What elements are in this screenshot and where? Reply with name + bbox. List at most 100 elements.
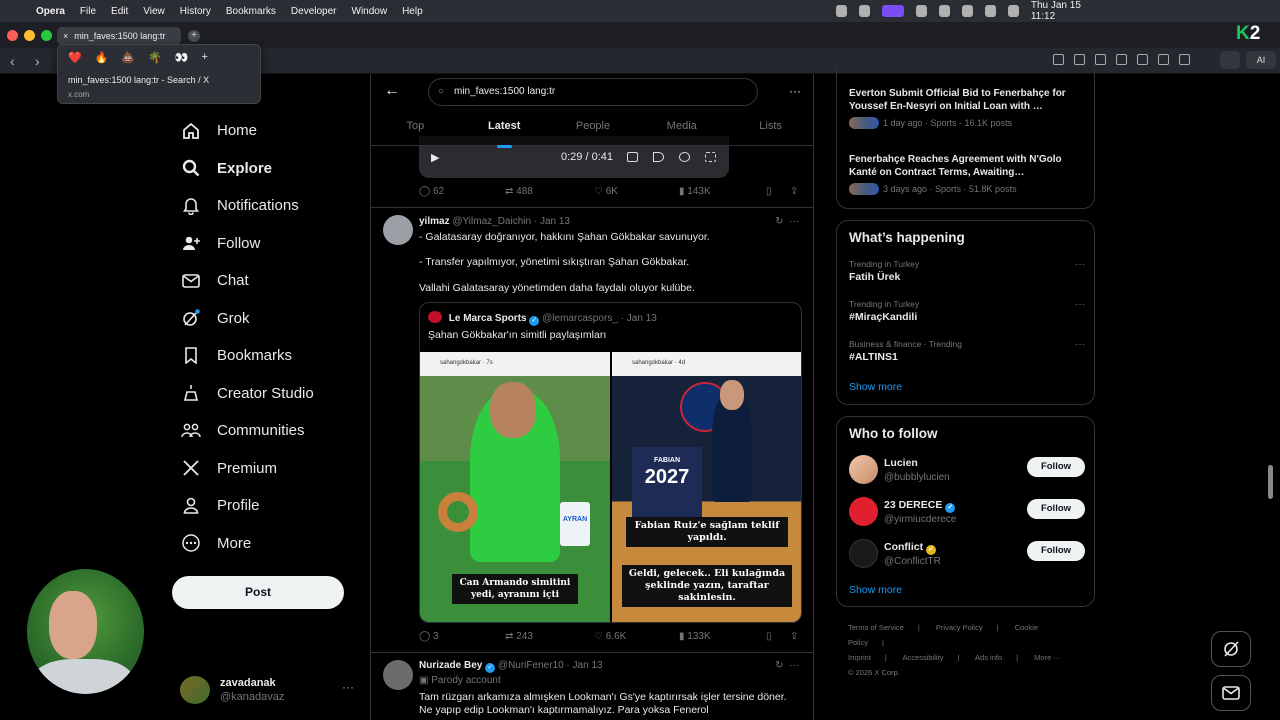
nav-creator-studio[interactable]: Creator Studio: [172, 375, 362, 413]
account-more-icon[interactable]: ···: [342, 680, 354, 694]
search-input[interactable]: ○ min_faves:1500 lang:tr: [428, 78, 758, 106]
tweet-author[interactable]: yilmaz: [419, 216, 450, 227]
close-window-button[interactable]: [7, 30, 18, 41]
grok-fab-button[interactable]: [1211, 631, 1251, 667]
follow-button[interactable]: Follow: [1027, 541, 1085, 561]
close-tab-icon[interactable]: ×: [63, 31, 68, 41]
menu-view[interactable]: View: [143, 6, 165, 17]
views-button[interactable]: ▮ 133K: [679, 631, 711, 642]
volume-icon[interactable]: [653, 152, 664, 162]
show-more-link[interactable]: Show more: [849, 584, 902, 596]
nav-premium[interactable]: Premium: [172, 450, 362, 488]
nav-bookmarks[interactable]: Bookmarks: [172, 337, 362, 375]
nav-grok[interactable]: Grok: [172, 300, 362, 338]
footer-link[interactable]: Ads info: [975, 653, 1002, 662]
control-center-icon[interactable]: [1007, 5, 1019, 17]
nav-follow[interactable]: Follow: [172, 225, 362, 263]
quote-image-left[interactable]: sahangokbakar · 7s AYRAN Can Armando sim…: [420, 352, 610, 622]
reaction-palm[interactable]: 🌴: [148, 51, 162, 64]
menu-bookmarks[interactable]: Bookmarks: [226, 6, 276, 17]
tweet-handle[interactable]: @Yilmaz_Daichin · Jan 13: [452, 216, 570, 227]
status-icon[interactable]: [915, 5, 927, 17]
footer-link[interactable]: Accessibility: [903, 653, 944, 662]
repost-button[interactable]: ⇄ 243: [505, 631, 533, 642]
tweet-more-icon[interactable]: ↻ ···: [775, 216, 799, 227]
news-item[interactable]: Everton Submit Official Bid to Fenerbahç…: [849, 87, 1089, 129]
news-item[interactable]: Fenerbahçe Reaches Agreement with N'Golo…: [849, 153, 1089, 195]
nav-explore[interactable]: Explore: [172, 150, 362, 188]
tab-media[interactable]: Media: [637, 118, 726, 146]
aria-ai-button[interactable]: AI: [1246, 51, 1276, 69]
footer-link[interactable]: Privacy Policy: [936, 623, 983, 632]
bookmark-icon[interactable]: ▯: [766, 631, 772, 642]
cube-icon[interactable]: [1220, 51, 1240, 69]
battery-icon[interactable]: [938, 5, 950, 17]
reaction-add[interactable]: +: [202, 51, 208, 64]
reaction-fire[interactable]: 🔥: [95, 51, 109, 64]
follow-button[interactable]: Follow: [1027, 457, 1085, 477]
shield-icon[interactable]: [1095, 54, 1106, 65]
reaction-poop[interactable]: 💩: [121, 51, 135, 64]
avatar[interactable]: [383, 215, 413, 245]
menu-help[interactable]: Help: [402, 6, 423, 17]
menu-window[interactable]: Window: [352, 6, 388, 17]
browser-tab[interactable]: × min_faves:1500 lang:tr: [57, 27, 181, 45]
reaction-eyes[interactable]: 👀: [175, 51, 189, 64]
menu-history[interactable]: History: [180, 6, 211, 17]
fullscreen-icon[interactable]: [705, 152, 716, 162]
new-tab-button[interactable]: +: [188, 30, 200, 42]
reply-button[interactable]: ◯ 3: [419, 631, 439, 642]
messages-fab-button[interactable]: [1211, 675, 1251, 711]
screen-record-icon[interactable]: [881, 5, 904, 17]
trend-item[interactable]: Trending in Turkey Fatih Ürek ···: [849, 259, 1085, 283]
minimize-window-button[interactable]: [24, 30, 35, 41]
list-icon[interactable]: [1158, 54, 1169, 65]
status-icon[interactable]: [858, 5, 870, 17]
quoted-tweet[interactable]: Le Marca Sports ✓ @lemarcaspors_ · Jan 1…: [419, 302, 802, 623]
footer-link[interactable]: Terms of Service: [848, 623, 904, 632]
moon-icon[interactable]: [984, 5, 996, 17]
tab-latest[interactable]: Latest: [460, 118, 549, 148]
trend-item[interactable]: Trending in Turkey #MiraçKandili ···: [849, 299, 1085, 323]
back-arrow-icon[interactable]: ‹: [10, 53, 15, 69]
show-more-link[interactable]: Show more: [849, 381, 902, 393]
status-icon[interactable]: [836, 5, 847, 17]
like-button[interactable]: ♡ 6.6K: [594, 631, 626, 642]
play-icon[interactable]: ▶: [431, 151, 439, 164]
nav-home[interactable]: Home: [172, 112, 362, 150]
forward-arrow-icon[interactable]: ›: [35, 53, 40, 69]
quote-image-right[interactable]: sahangokbakar · 4d FABIAN 2027 Fabian Ru…: [612, 352, 801, 622]
clock[interactable]: Thu Jan 15 11:12: [1031, 0, 1096, 22]
back-arrow-icon[interactable]: ←: [384, 82, 400, 100]
account-switcher[interactable]: zavadanak @kanadavaz ···: [180, 676, 360, 704]
nav-profile[interactable]: Profile: [172, 487, 362, 525]
avatar[interactable]: [383, 660, 413, 690]
page-scrollbar[interactable]: [1268, 465, 1273, 499]
tab-top[interactable]: Top: [371, 118, 460, 146]
nav-notifications[interactable]: Notifications: [172, 187, 362, 225]
account-icon[interactable]: [1179, 54, 1190, 65]
zoom-window-button[interactable]: [41, 30, 52, 41]
views-button[interactable]: ▮ 143K: [679, 186, 711, 197]
menu-edit[interactable]: Edit: [111, 6, 128, 17]
post-button[interactable]: Post: [172, 576, 344, 609]
share-icon[interactable]: ⇪: [790, 186, 798, 197]
more-options-icon[interactable]: ···: [789, 84, 801, 98]
share-icon[interactable]: ⇪: [790, 631, 798, 642]
tweet-more-icon[interactable]: ↻ ···: [775, 660, 799, 671]
tab-people[interactable]: People: [549, 118, 638, 146]
bookmark-icon[interactable]: ▯: [766, 186, 772, 197]
menu-file[interactable]: File: [80, 6, 96, 17]
nav-chat[interactable]: Chat: [172, 262, 362, 300]
send-icon[interactable]: [1116, 54, 1127, 65]
footer-link[interactable]: More ···: [1034, 653, 1061, 662]
reaction-heart[interactable]: ❤️: [68, 51, 82, 64]
heart-icon[interactable]: [1137, 54, 1148, 65]
menu-developer[interactable]: Developer: [291, 6, 337, 17]
trend-item[interactable]: Business & finance · Trending #ALTINS1 ···: [849, 339, 1085, 363]
follow-suggestion[interactable]: 23 DERECE ✓ @yirmiucderece Follow: [849, 497, 1085, 527]
like-button[interactable]: ♡ 6K: [594, 186, 618, 197]
follow-suggestion[interactable]: Conflict ✓ @ConflictTR Follow: [849, 539, 1085, 569]
follow-button[interactable]: Follow: [1027, 499, 1085, 519]
reply-button[interactable]: ◯ 62: [419, 186, 444, 197]
